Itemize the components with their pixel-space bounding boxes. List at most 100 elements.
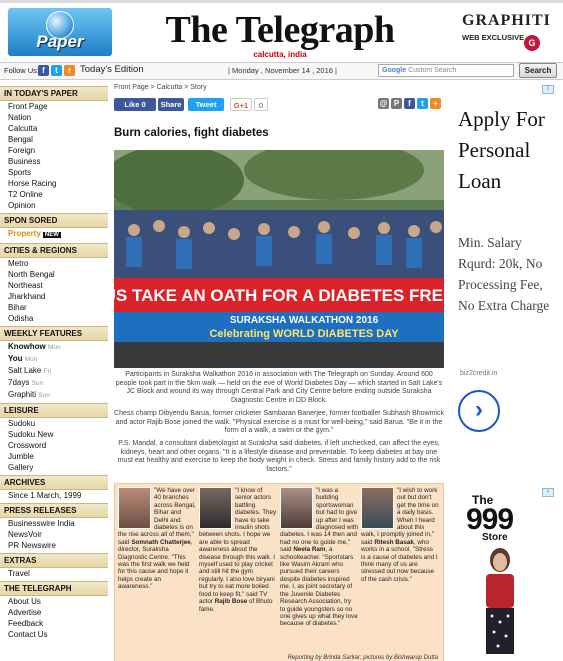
quote-4: "I wish to work out but don't get the ti… [361, 487, 439, 583]
section-head-extras: EXTRAS [0, 553, 108, 568]
todays-edition-link[interactable]: Today's Edition [80, 64, 144, 75]
sidebar-item-foreign[interactable]: Foreign [0, 145, 108, 156]
graphiti-badge-icon: G [524, 35, 540, 51]
facebook-share-button[interactable]: Share [158, 98, 184, 111]
sidebar-item-jharkhand[interactable]: Jharkhand [0, 291, 108, 302]
sidebar-item-northeast[interactable]: Northeast [0, 280, 108, 291]
masthead[interactable]: The Telegraph [150, 10, 410, 50]
quotes-box: "We have over 40 branches across Bengal,… [114, 483, 444, 661]
sidebar-item-travel[interactable]: Travel [0, 568, 108, 579]
ad-store-label: Store [482, 532, 508, 543]
banner-line-3: Celebrating WORLD DIABETES DAY [209, 328, 399, 340]
sidebar-item-businesswire-india[interactable]: Businesswire India [0, 518, 108, 529]
feature-day: Sun [38, 392, 50, 399]
search-button[interactable]: Search [519, 63, 557, 78]
section-head-weekly: WEEKLY FEATURES [0, 326, 108, 341]
sidebar-item-pr-newswire[interactable]: PR Newswire [0, 540, 108, 551]
tweet-button[interactable]: Tweet [188, 98, 224, 111]
sidebar-item-business[interactable]: Business [0, 156, 108, 167]
gplus-button[interactable]: G+1 [230, 98, 252, 111]
sidebar-item-since-1-march-1999[interactable]: Since 1 March, 1999 [0, 490, 108, 501]
sidebar-item-sudoku-new[interactable]: Sudoku New [0, 429, 108, 440]
google-brand: Google [382, 67, 407, 74]
share-twitter-icon[interactable]: t [417, 98, 428, 109]
feature-name: Knowhow [8, 342, 46, 351]
adchoices-icon[interactable]: i [542, 85, 554, 94]
quote-photo-4 [361, 487, 394, 529]
sidebar-item-7days[interactable]: 7days Sun [0, 377, 108, 389]
rss-icon[interactable]: r [64, 65, 75, 76]
feature-day: Mon [48, 344, 61, 351]
search-input[interactable]: Google Custom Search [378, 64, 514, 77]
sidebar-item-horse-racing[interactable]: Horse Racing [0, 178, 108, 189]
share-more-icon[interactable]: + [430, 98, 441, 109]
walkathon-photo: US TAKE AN OATH FOR A DIABETES FREE SURA… [114, 150, 444, 368]
sidebar-item-bengal[interactable]: Bengal [0, 134, 108, 145]
quote-name: Neela Ram [293, 546, 326, 554]
sidebar-item-property[interactable]: Property NEW [0, 228, 108, 241]
sidebar-item-metro[interactable]: Metro [0, 258, 108, 269]
quote-name: Ritesh Basak [374, 538, 414, 546]
sidebar-item-contact-us[interactable]: Contact Us [0, 629, 108, 640]
search-placeholder: Custom Search [408, 67, 457, 74]
sidebar-item-you[interactable]: You Mon [0, 353, 108, 365]
graphiti-logo[interactable]: GRAPHITI [462, 12, 551, 30]
sidebar-item-t2-online[interactable]: T2 Online [0, 189, 108, 200]
press-list: Businesswire India NewsVoir PR Newswire [0, 518, 108, 551]
sidebar-item-front-page[interactable]: Front Page [0, 101, 108, 112]
sidebar-item-gallery[interactable]: Gallery [0, 462, 108, 473]
feature-name: 7days [8, 378, 30, 387]
facebook-icon[interactable]: f [38, 65, 49, 76]
feature-day: Sun [31, 380, 44, 387]
ad-domain[interactable]: biz2credit.in [460, 370, 497, 377]
banner-line-2: SURAKSHA WALKATHON 2016 [230, 315, 379, 326]
share-facebook-icon[interactable]: f [404, 98, 415, 109]
sidebar-item-feedback[interactable]: Feedback [0, 618, 108, 629]
sidebar-item-advertise[interactable]: Advertise [0, 607, 108, 618]
property-label: Property [8, 229, 41, 238]
sidebar-item-graphiti[interactable]: Graphiti Sun [0, 389, 108, 401]
sidebar-item-knowhow[interactable]: Knowhow Mon [0, 341, 108, 353]
chevron-right-icon[interactable]: › [458, 390, 500, 432]
twitter-icon[interactable]: t [51, 65, 62, 76]
follow-label: Follow Us: [4, 66, 40, 75]
ad-headline[interactable]: Apply For Personal Loan [458, 104, 554, 197]
sidebar-item-odisha[interactable]: Odisha [0, 313, 108, 324]
quote-2: "I know of senior actors battling diabet… [199, 487, 277, 613]
print-icon[interactable]: P [391, 98, 402, 109]
sidebar-item-sports[interactable]: Sports [0, 167, 108, 178]
facebook-like-button[interactable]: Like 0 [114, 98, 156, 111]
quote-tail: , director, Suraksha Diagnostic Centre. … [118, 538, 193, 591]
quote-tail: , a schoolteacher. "Sportstars like Wasi… [280, 546, 358, 628]
masthead-subtitle: calcutta, india [253, 50, 307, 59]
feature-name: Graphiti [8, 390, 37, 399]
sidebar: IN TODAY'S PAPER Front Page Nation Calcutt… [0, 84, 108, 640]
sidebar-item-about-us[interactable]: About Us [0, 596, 108, 607]
sidebar-item-jumble[interactable]: Jumble [0, 451, 108, 462]
sidebar-item-salt-lake[interactable]: Salt Lake Fri [0, 365, 108, 377]
story-title: Burn calories, fight diabetes [114, 127, 269, 139]
quote-3: "I was a budding sportswoman but had to … [280, 487, 358, 628]
archives-list: Since 1 March, 1999 [0, 490, 108, 501]
quote-photo-1 [118, 487, 151, 529]
sidebar-item-north-bengal[interactable]: North Bengal [0, 269, 108, 280]
email-icon[interactable]: @ [378, 98, 389, 109]
breadcrumb[interactable]: Front Page > Calcutta > Story [114, 84, 207, 91]
photo-caption: Participants in Suraksha Walkathon 2016 … [115, 371, 443, 404]
sidebar-item-newsvoir[interactable]: NewsVoir [0, 529, 108, 540]
sidebar-item-sudoku[interactable]: Sudoku [0, 418, 108, 429]
section-head-press: PRESS RELEASES [0, 503, 108, 518]
sidebar-item-opinion[interactable]: Opinion [0, 200, 108, 211]
article-paragraph-1: Chess champ Dibyendu Barua, former crick… [114, 410, 444, 434]
adchoices-icon[interactable]: i [542, 488, 554, 497]
section-head-telegraph: THE TELEGRAPH [0, 581, 108, 596]
sidebar-item-bihar[interactable]: Bihar [0, 302, 108, 313]
ad-body: Min. Salary Rqurd: 20k, No Processing Fe… [458, 235, 550, 313]
ad-model-image [486, 548, 514, 654]
feature-name: You [8, 354, 23, 363]
sidebar-item-nation[interactable]: Nation [0, 112, 108, 123]
sidebar-item-crossword[interactable]: Crossword [0, 440, 108, 451]
feature-day: Mon [24, 356, 38, 363]
quote-name: Rajib Bose [214, 598, 248, 606]
sidebar-item-calcutta[interactable]: Calcutta [0, 123, 108, 134]
